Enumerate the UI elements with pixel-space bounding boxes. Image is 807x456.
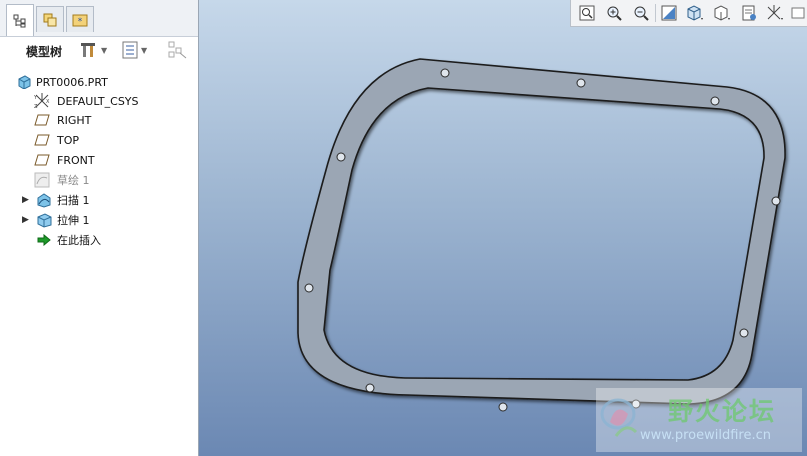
datum-plane-icon xyxy=(34,132,50,148)
more-icon xyxy=(791,7,805,19)
repaint-icon xyxy=(661,5,677,21)
bolt-hole xyxy=(710,96,720,106)
model-tree-tab[interactable] xyxy=(6,4,34,36)
zoom-in-button[interactable] xyxy=(604,3,624,23)
filter-icon xyxy=(168,41,187,59)
bolt-hole xyxy=(498,402,508,412)
list-icon xyxy=(122,41,138,59)
tree-filter-button[interactable] xyxy=(168,41,188,59)
tree-item-default-csys[interactable]: YXZ DEFAULT_CSYS xyxy=(0,91,198,111)
watermark-title: 野火论坛 xyxy=(668,397,777,426)
bolt-hole xyxy=(739,328,749,338)
bolt-hole xyxy=(771,196,781,206)
favorites-tab[interactable]: * xyxy=(66,6,94,32)
zoom-in-icon xyxy=(607,6,622,21)
tree-icon xyxy=(13,14,26,27)
view-manager-icon xyxy=(742,5,756,21)
tree-item-label: PRT0006.PRT xyxy=(36,75,108,89)
tree-item-sketch[interactable]: 草绘 1 xyxy=(0,170,198,190)
saved-views-button[interactable] xyxy=(712,3,732,23)
chevron-down-icon: ▼ xyxy=(141,45,148,55)
saved-views-icon xyxy=(714,5,730,21)
view-toolbar xyxy=(570,0,807,27)
tree-item-label: DEFAULT_CSYS xyxy=(57,94,139,108)
tree-item-sweep[interactable]: ▶ 扫描 1 xyxy=(0,190,198,210)
sweep-icon xyxy=(36,192,52,208)
layers-tab[interactable] xyxy=(36,6,64,32)
tree-item-right[interactable]: RIGHT xyxy=(0,110,198,130)
csys-icon: YXZ xyxy=(34,93,50,109)
extrude-icon xyxy=(36,212,52,228)
graphics-viewport[interactable]: 野火论坛 www.proewildfire.cn xyxy=(199,0,807,456)
gasket-frame[interactable] xyxy=(297,58,786,405)
tree-item-insert-here[interactable]: 在此插入 xyxy=(0,230,198,250)
navigator-tabs: * xyxy=(0,0,198,37)
tree-item-front[interactable]: FRONT xyxy=(0,150,198,170)
svg-text:Z: Z xyxy=(34,104,38,109)
chevron-down-icon: ▼ xyxy=(101,45,108,55)
bolt-hole xyxy=(336,152,346,162)
watermark-logo xyxy=(600,398,638,437)
expand-arrow-icon[interactable]: ▶ xyxy=(22,215,29,225)
tree-item-label: 扫描 1 xyxy=(57,194,90,207)
datum-plane-icon xyxy=(34,112,50,128)
tree-item-top[interactable]: TOP xyxy=(0,130,198,150)
refit-button[interactable] xyxy=(577,3,597,23)
sketch-icon xyxy=(34,172,50,188)
toolbar-overflow-button[interactable] xyxy=(791,3,805,23)
repaint-button[interactable] xyxy=(659,3,679,23)
view-manager-button[interactable] xyxy=(739,3,759,23)
model-tree-header: 模型树 ▼ ▼ xyxy=(0,37,198,65)
model-tree-panel: * 模型树 ▼ ▼ PRT0006.PRT YXZ DEFAULT_CSYS R… xyxy=(0,0,199,456)
refit-icon xyxy=(579,5,595,21)
tree-item-extrude[interactable]: ▶ 拉伸 1 xyxy=(0,210,198,230)
datum-display-button[interactable] xyxy=(765,3,785,23)
display-style-icon xyxy=(687,5,703,21)
favorites-folder-icon: * xyxy=(72,14,88,27)
bolt-hole xyxy=(576,78,586,88)
expand-arrow-icon[interactable]: ▶ xyxy=(22,195,29,205)
watermark-url: www.proewildfire.cn xyxy=(640,428,771,443)
tree-item-label: FRONT xyxy=(57,153,95,167)
tree-item-label: 草绘 1 xyxy=(57,174,90,187)
bolt-hole xyxy=(304,283,314,293)
tree-item-label: RIGHT xyxy=(57,113,92,127)
tools-icon xyxy=(81,43,95,57)
layers-icon xyxy=(43,13,57,26)
bolt-hole xyxy=(440,68,450,78)
svg-text:X: X xyxy=(46,99,50,105)
svg-text:*: * xyxy=(78,17,83,27)
tree-item-label: 拉伸 1 xyxy=(57,214,90,227)
settings-menu-button[interactable]: ▼ xyxy=(80,41,107,59)
bolt-hole xyxy=(365,383,375,393)
display-style-button[interactable] xyxy=(685,3,705,23)
datum-plane-icon xyxy=(34,152,50,168)
tree-item-label: 在此插入 xyxy=(57,234,101,247)
toolbar-separator xyxy=(655,4,656,22)
zoom-out-icon xyxy=(634,6,649,21)
tree-item-part[interactable]: PRT0006.PRT xyxy=(0,72,198,92)
model-tree-title: 模型树 xyxy=(26,45,63,59)
zoom-out-button[interactable] xyxy=(631,3,651,23)
tree-item-label: TOP xyxy=(57,133,80,147)
insert-here-icon xyxy=(36,232,52,248)
part-icon xyxy=(16,74,32,90)
datum-display-icon xyxy=(767,5,783,20)
show-menu-button[interactable]: ▼ xyxy=(122,41,147,59)
